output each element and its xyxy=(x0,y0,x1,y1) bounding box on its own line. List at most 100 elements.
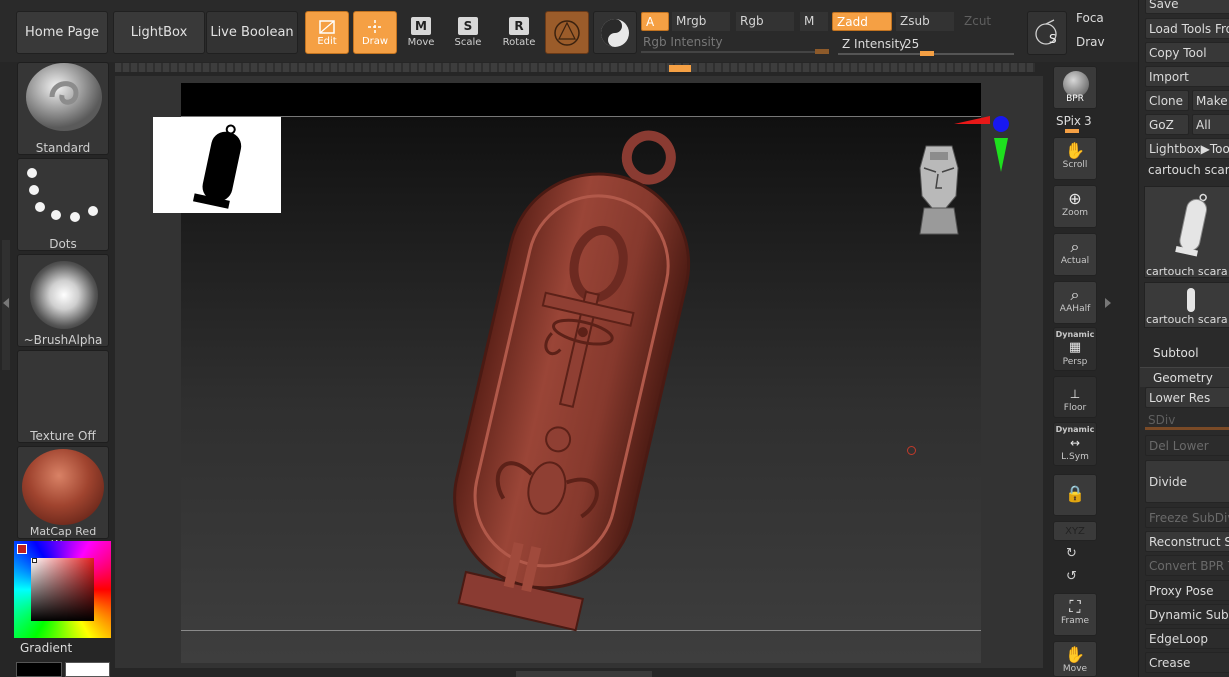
rotate-z-icon[interactable]: ↺ xyxy=(1066,569,1077,584)
axis-gizmo-icon[interactable] xyxy=(950,112,1015,177)
tool-thumbnail-2[interactable]: cartouch scara xyxy=(1144,282,1229,328)
primary-color-indicator[interactable] xyxy=(17,544,27,554)
goz-all-button[interactable]: All xyxy=(1192,114,1229,135)
zadd-toggle[interactable]: Zadd xyxy=(832,12,892,31)
actual-label: Actual xyxy=(1060,256,1090,266)
persp-label: Persp xyxy=(1062,357,1088,367)
lightbox-tools-button[interactable]: Lightbox▶Tools xyxy=(1145,138,1229,159)
save-button[interactable]: Save xyxy=(1145,0,1229,14)
secondary-color-swatch[interactable] xyxy=(65,662,110,677)
shelf-strip-marker[interactable] xyxy=(669,65,691,72)
color-picker-marker xyxy=(32,558,37,563)
alpha-tile[interactable]: ~BrushAlpha xyxy=(17,254,109,347)
spix-handle[interactable] xyxy=(1065,129,1079,133)
edit-icon xyxy=(319,20,335,34)
magnifier-half-icon: ⌕ xyxy=(1070,285,1080,304)
divide-button[interactable]: Divide xyxy=(1145,460,1229,503)
load-tools-button[interactable]: Load Tools From xyxy=(1145,18,1229,39)
magnifier-icon: ⌕ xyxy=(1070,237,1080,256)
silhouette-icon xyxy=(192,124,242,209)
import-button[interactable]: Import xyxy=(1145,66,1229,87)
scroll-button[interactable]: ✋ Scroll xyxy=(1053,137,1097,180)
rgb-intensity-handle[interactable] xyxy=(815,49,829,54)
dynamic-subdiv-button[interactable]: Dynamic Subdi xyxy=(1145,604,1229,625)
make-polymesh-button[interactable]: Make xyxy=(1192,90,1229,111)
bpr-button[interactable]: BPR xyxy=(1053,66,1097,109)
spix-value: 3 xyxy=(1084,114,1092,128)
stroke-dots-tile[interactable]: Dots xyxy=(17,158,109,251)
convert-bpr-button[interactable]: Convert BPR To xyxy=(1145,555,1229,576)
move-button[interactable]: M Move xyxy=(405,17,437,48)
m-toggle[interactable]: M xyxy=(800,12,828,31)
spix-slider[interactable]: SPix 3 xyxy=(1053,112,1097,134)
edit-button[interactable]: Edit xyxy=(305,11,349,54)
color-mode-button[interactable] xyxy=(593,11,637,54)
current-tool-name[interactable]: cartouch scara xyxy=(1145,160,1229,181)
left-collapse-arrow-icon[interactable] xyxy=(3,298,9,308)
floor-button[interactable]: ⊥ Floor xyxy=(1053,376,1097,418)
z-intensity-slider[interactable]: Z Intensity 25 xyxy=(838,35,1018,57)
geometry-header[interactable]: Geometry xyxy=(1140,367,1229,387)
lightbox-button[interactable]: LightBox xyxy=(113,11,205,54)
lock-button[interactable]: 🔒 xyxy=(1053,474,1097,516)
aahalf-button[interactable]: ⌕ AAHalf xyxy=(1053,281,1097,324)
brush-alpha-icon xyxy=(30,261,98,329)
brush-alpha-label: ~BrushAlpha xyxy=(23,333,103,347)
main-color-swatch[interactable] xyxy=(16,662,62,677)
goz-button[interactable]: GoZ xyxy=(1145,114,1189,135)
scale-button[interactable]: S Scale xyxy=(452,17,484,48)
home-page-button[interactable]: Home Page xyxy=(16,11,108,54)
lower-res-button[interactable]: Lower Res xyxy=(1145,387,1229,408)
rotate-button[interactable]: R Rotate xyxy=(501,17,537,48)
bottom-handle[interactable] xyxy=(516,671,652,677)
subtool-header[interactable]: Subtool xyxy=(1146,343,1229,363)
brush-standard-tile[interactable]: Standard xyxy=(17,62,109,155)
rgb-toggle[interactable]: Rgb xyxy=(736,12,794,31)
color-picker[interactable] xyxy=(14,541,111,638)
crease-button[interactable]: Crease xyxy=(1145,652,1229,673)
dots-stroke-icon xyxy=(27,168,98,222)
lsym-button[interactable]: Dynamic ↔ L.Sym xyxy=(1053,422,1097,466)
rgb-intensity-slider[interactable]: Rgb Intensity xyxy=(641,35,831,55)
zcut-toggle[interactable]: Zcut xyxy=(960,12,1018,31)
actual-button[interactable]: ⌕ Actual xyxy=(1053,233,1097,276)
zoom-button[interactable]: ⊕ Zoom xyxy=(1053,185,1097,228)
tool-thumbnail-1-label: cartouch scara xyxy=(1146,265,1228,278)
zsub-toggle[interactable]: Zsub xyxy=(896,12,954,31)
standard-brush-icon xyxy=(26,63,102,131)
hand-icon: ✋ xyxy=(1065,141,1085,160)
del-lower-button[interactable]: Del Lower xyxy=(1145,435,1229,456)
edgeloop-button[interactable]: EdgeLoop xyxy=(1145,628,1229,649)
sdiv-slider[interactable]: SDiv xyxy=(1145,411,1229,432)
tool-thumbnail-1[interactable]: cartouch scara xyxy=(1144,186,1229,278)
rotate-y-icon[interactable]: ↻ xyxy=(1066,546,1077,561)
z-intensity-handle[interactable] xyxy=(920,51,934,56)
a-toggle[interactable]: A xyxy=(641,12,669,31)
focal-label: Foca xyxy=(1076,11,1104,25)
move-view-button[interactable]: ✋ Move xyxy=(1053,641,1097,677)
texture-tile[interactable]: Texture Off xyxy=(17,350,109,443)
color-picker-square[interactable] xyxy=(31,558,94,621)
proxy-pose-button[interactable]: Proxy Pose xyxy=(1145,580,1229,601)
canvas-top-band xyxy=(181,83,981,116)
cartouche-model[interactable] xyxy=(390,115,700,660)
material-tile[interactable]: MatCap Red Wax xyxy=(17,446,109,551)
material-swatch-button[interactable] xyxy=(545,11,589,54)
persp-button[interactable]: Dynamic ▦ Persp xyxy=(1053,327,1097,371)
freeze-subdiv-button[interactable]: Freeze SubDiv xyxy=(1145,507,1229,528)
focal-shift-button[interactable]: S xyxy=(1027,11,1067,55)
floor-label: Floor xyxy=(1063,403,1087,413)
frame-button[interactable]: ⛶ Frame xyxy=(1053,593,1097,636)
symmetry-arrows-icon: ↔ xyxy=(1069,436,1081,450)
live-boolean-button[interactable]: Live Boolean xyxy=(206,11,298,54)
mrgb-toggle[interactable]: Mrgb xyxy=(672,12,730,31)
xyz-button[interactable]: XYZ xyxy=(1053,521,1097,541)
draw-button[interactable]: Draw xyxy=(353,11,397,54)
matcap-red-wax-icon xyxy=(22,449,104,525)
silhouette-preview xyxy=(153,117,281,213)
copy-tool-button[interactable]: Copy Tool xyxy=(1145,42,1229,63)
canvas-right-arrow-icon[interactable] xyxy=(1105,298,1111,308)
reconstruct-subdiv-button[interactable]: Reconstruct Su xyxy=(1145,531,1229,552)
clone-button[interactable]: Clone xyxy=(1145,90,1189,111)
dots-label: Dots xyxy=(49,237,77,251)
